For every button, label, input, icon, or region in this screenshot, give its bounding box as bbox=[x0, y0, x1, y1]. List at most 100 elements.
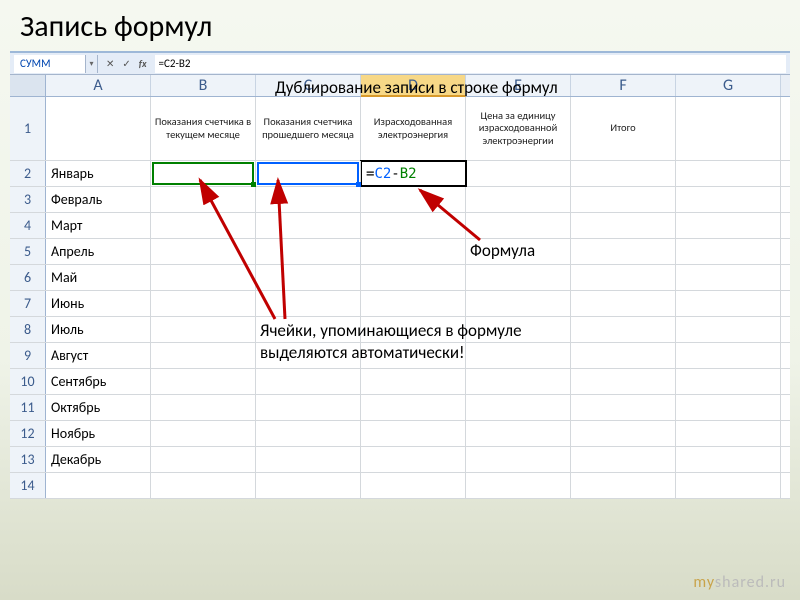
cell[interactable] bbox=[151, 265, 256, 290]
cell-a10[interactable]: Сентябрь bbox=[46, 369, 151, 394]
cell[interactable] bbox=[466, 317, 571, 342]
cell-e1[interactable]: Цена за единицу израсходованной электроэ… bbox=[466, 97, 571, 160]
row-header-2[interactable]: 2 bbox=[10, 161, 46, 186]
cell-a7[interactable]: Июнь bbox=[46, 291, 151, 316]
cell-g1[interactable] bbox=[676, 97, 781, 160]
cell[interactable] bbox=[151, 239, 256, 264]
cell-a13[interactable]: Декабрь bbox=[46, 447, 151, 472]
cell[interactable] bbox=[466, 213, 571, 238]
col-header-e[interactable]: E bbox=[466, 75, 571, 96]
col-header-g[interactable]: G bbox=[676, 75, 781, 96]
select-all-corner[interactable] bbox=[10, 75, 46, 96]
cell[interactable] bbox=[256, 213, 361, 238]
cell[interactable] bbox=[571, 447, 676, 472]
cell[interactable] bbox=[466, 421, 571, 446]
cell-a14[interactable] bbox=[46, 473, 151, 498]
row-header-6[interactable]: 6 bbox=[10, 265, 46, 290]
cell[interactable] bbox=[466, 395, 571, 420]
cell[interactable] bbox=[361, 239, 466, 264]
cell[interactable] bbox=[361, 317, 466, 342]
cell[interactable] bbox=[466, 447, 571, 472]
cell[interactable] bbox=[361, 291, 466, 316]
cell[interactable] bbox=[571, 317, 676, 342]
cell[interactable] bbox=[466, 239, 571, 264]
cell-b2[interactable] bbox=[151, 161, 256, 186]
cell[interactable] bbox=[571, 369, 676, 394]
cell[interactable] bbox=[256, 187, 361, 212]
row-header-13[interactable]: 13 bbox=[10, 447, 46, 472]
fx-icon[interactable]: fx bbox=[137, 57, 149, 70]
cell-a5[interactable]: Апрель bbox=[46, 239, 151, 264]
cell-a2[interactable]: Январь bbox=[46, 161, 151, 186]
cell[interactable] bbox=[466, 473, 571, 498]
cell[interactable] bbox=[676, 421, 781, 446]
cell[interactable] bbox=[571, 187, 676, 212]
cell[interactable] bbox=[151, 213, 256, 238]
row-header-1[interactable]: 1 bbox=[10, 97, 46, 160]
row-header-11[interactable]: 11 bbox=[10, 395, 46, 420]
cell[interactable] bbox=[676, 395, 781, 420]
cell[interactable] bbox=[151, 187, 256, 212]
cell-a12[interactable]: Ноябрь bbox=[46, 421, 151, 446]
formula-confirm-icon[interactable]: ✓ bbox=[120, 57, 132, 70]
cell-a11[interactable]: Октябрь bbox=[46, 395, 151, 420]
row-header-5[interactable]: 5 bbox=[10, 239, 46, 264]
cell[interactable] bbox=[256, 317, 361, 342]
formula-input[interactable]: =C2-B2 bbox=[155, 55, 786, 73]
cell[interactable] bbox=[361, 187, 466, 212]
cell[interactable] bbox=[361, 369, 466, 394]
cell-d2-active[interactable]: =C2-B2 bbox=[361, 161, 466, 186]
cell[interactable] bbox=[256, 395, 361, 420]
cell[interactable] bbox=[676, 317, 781, 342]
cell-f1[interactable]: Итого bbox=[571, 97, 676, 160]
cell[interactable] bbox=[256, 369, 361, 394]
cell-a6[interactable]: Май bbox=[46, 265, 151, 290]
cell[interactable] bbox=[676, 239, 781, 264]
cell[interactable] bbox=[571, 343, 676, 368]
col-header-b[interactable]: B bbox=[151, 75, 256, 96]
cell-a8[interactable]: Июль bbox=[46, 317, 151, 342]
cell[interactable] bbox=[466, 369, 571, 394]
cell-e2[interactable] bbox=[466, 161, 571, 186]
cell-b1[interactable]: Показания счетчика в текущем месяце bbox=[151, 97, 256, 160]
cell[interactable] bbox=[151, 369, 256, 394]
cell[interactable] bbox=[571, 291, 676, 316]
col-header-a[interactable]: A bbox=[46, 75, 151, 96]
cell[interactable] bbox=[571, 421, 676, 446]
cell[interactable] bbox=[676, 265, 781, 290]
formula-cancel-icon[interactable]: ✕ bbox=[104, 57, 116, 70]
cell[interactable] bbox=[361, 421, 466, 446]
cell[interactable] bbox=[571, 473, 676, 498]
row-header-12[interactable]: 12 bbox=[10, 421, 46, 446]
cell[interactable] bbox=[571, 213, 676, 238]
cell[interactable] bbox=[676, 187, 781, 212]
row-header-14[interactable]: 14 bbox=[10, 473, 46, 498]
cell[interactable] bbox=[151, 421, 256, 446]
cell[interactable] bbox=[361, 447, 466, 472]
cell[interactable] bbox=[151, 447, 256, 472]
cell[interactable] bbox=[676, 473, 781, 498]
row-header-7[interactable]: 7 bbox=[10, 291, 46, 316]
cell[interactable] bbox=[151, 395, 256, 420]
cell[interactable] bbox=[676, 213, 781, 238]
row-header-3[interactable]: 3 bbox=[10, 187, 46, 212]
cell-g2[interactable] bbox=[676, 161, 781, 186]
cell-a3[interactable]: Февраль bbox=[46, 187, 151, 212]
cell[interactable] bbox=[361, 343, 466, 368]
cell[interactable] bbox=[676, 447, 781, 472]
cell[interactable] bbox=[256, 265, 361, 290]
cell[interactable] bbox=[361, 395, 466, 420]
cell[interactable] bbox=[151, 473, 256, 498]
cell[interactable] bbox=[151, 343, 256, 368]
cell[interactable] bbox=[256, 447, 361, 472]
cell[interactable] bbox=[151, 291, 256, 316]
cell[interactable] bbox=[361, 265, 466, 290]
row-header-10[interactable]: 10 bbox=[10, 369, 46, 394]
cell[interactable] bbox=[361, 473, 466, 498]
cell[interactable] bbox=[676, 369, 781, 394]
cell[interactable] bbox=[571, 395, 676, 420]
name-box[interactable]: СУММ bbox=[14, 55, 86, 73]
cell[interactable] bbox=[256, 473, 361, 498]
cell[interactable] bbox=[676, 291, 781, 316]
row-header-8[interactable]: 8 bbox=[10, 317, 46, 342]
